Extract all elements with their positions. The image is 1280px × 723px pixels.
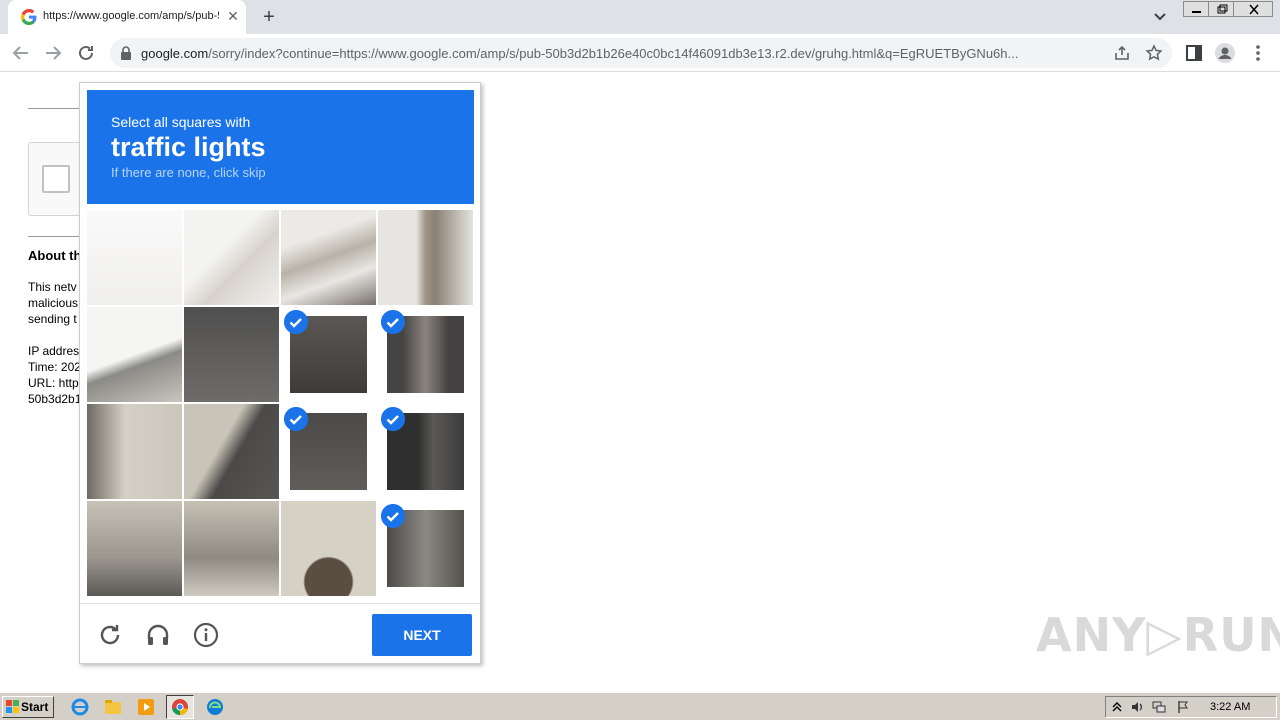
body-text: malicious xyxy=(28,296,79,310)
grid-tile[interactable] xyxy=(184,210,279,305)
google-favicon-icon xyxy=(21,9,37,25)
grid-tile[interactable] xyxy=(378,210,473,305)
taskbar: Start 3:22 AM xyxy=(0,692,1280,720)
side-panel-icon[interactable] xyxy=(1183,42,1205,64)
next-button[interactable]: NEXT xyxy=(372,614,472,656)
checkmark-icon xyxy=(381,504,405,528)
system-tray: 3:22 AM xyxy=(1105,696,1277,718)
challenge-target: traffic lights xyxy=(111,132,266,162)
forward-arrow-icon[interactable] xyxy=(42,42,64,64)
checkmark-icon xyxy=(381,310,405,334)
help-info-icon[interactable] xyxy=(193,622,219,648)
grid-tile[interactable] xyxy=(184,307,279,402)
browser-menu-icon[interactable] xyxy=(1247,42,1269,64)
anyrun-watermark: ANY▷RUN xyxy=(1036,608,1280,662)
body-text[interactable]: 50b3d2b1 xyxy=(28,391,81,407)
tab-title: https://www.google.com/amp/s/pub-50b3d2b… xyxy=(43,10,219,22)
tab-strip: https://www.google.com/amp/s/pub-50b3d2b… xyxy=(0,0,1280,34)
grid-tile[interactable] xyxy=(87,404,182,499)
grid-tile[interactable] xyxy=(87,501,182,596)
edge-icon[interactable] xyxy=(205,697,225,717)
window-restore-button[interactable] xyxy=(1208,1,1234,17)
bookmark-star-icon[interactable] xyxy=(1145,44,1163,62)
back-arrow-icon[interactable] xyxy=(10,42,32,64)
grid-tile[interactable] xyxy=(87,210,182,305)
audio-challenge-headphones-icon[interactable] xyxy=(145,622,171,648)
network-icon[interactable] xyxy=(1152,700,1166,714)
tab-search-chevron-icon[interactable] xyxy=(1150,8,1170,26)
clock[interactable]: 3:22 AM xyxy=(1210,701,1250,713)
tab-close-icon[interactable]: ✕ xyxy=(225,8,241,24)
body-text: This netv xyxy=(28,280,77,294)
tray-expand-icon[interactable] xyxy=(1110,700,1124,714)
media-player-icon[interactable] xyxy=(136,697,156,717)
url-host: google.com xyxy=(141,46,209,61)
challenge-instruction: Select all squares with xyxy=(111,114,251,130)
challenge-footer: NEXT xyxy=(80,603,480,663)
body-text: sending t xyxy=(28,312,77,326)
challenge-header: Select all squares with traffic lights I… xyxy=(87,90,474,204)
challenge-hint: If there are none, click skip xyxy=(111,165,266,180)
window-minimize-button[interactable] xyxy=(1183,1,1209,17)
volume-icon[interactable] xyxy=(1130,700,1144,714)
address-bar[interactable]: google.com/sorry/index?continue=https://… xyxy=(110,38,1172,68)
reload-icon[interactable] xyxy=(75,42,97,64)
grid-tile[interactable] xyxy=(184,501,279,596)
reload-challenge-icon[interactable] xyxy=(97,622,123,648)
profile-avatar-icon[interactable] xyxy=(1214,42,1236,64)
body-text: IP addres xyxy=(28,344,80,358)
chrome-taskbar-button[interactable] xyxy=(166,695,194,719)
recaptcha-checkbox[interactable] xyxy=(42,165,70,193)
start-button[interactable]: Start xyxy=(2,696,54,718)
body-text: Time: 202 xyxy=(28,360,81,374)
url-text[interactable]: google.com/sorry/index?continue=https://… xyxy=(141,46,1106,61)
grid-tile[interactable] xyxy=(281,210,376,305)
body-text[interactable]: URL: http xyxy=(28,375,79,391)
windows-flag-icon xyxy=(6,700,19,713)
recaptcha-challenge: Select all squares with traffic lights I… xyxy=(79,82,481,664)
image-grid xyxy=(87,210,474,597)
lock-icon[interactable] xyxy=(120,46,132,60)
checkmark-icon xyxy=(381,407,405,431)
grid-tile[interactable] xyxy=(87,307,182,402)
file-explorer-icon[interactable] xyxy=(103,697,123,717)
window-close-button[interactable] xyxy=(1233,1,1273,17)
start-label: Start xyxy=(21,700,49,714)
about-heading: About th xyxy=(28,248,82,263)
internet-explorer-icon[interactable] xyxy=(70,697,90,717)
checkmark-icon xyxy=(284,310,308,334)
chrome-icon xyxy=(172,699,188,716)
browser-tab[interactable]: https://www.google.com/amp/s/pub-50b3d2b… xyxy=(8,0,246,34)
browser-toolbar: google.com/sorry/index?continue=https://… xyxy=(0,34,1280,72)
url-path: /sorry/index?continue=https://www.google… xyxy=(208,46,1019,61)
grid-tile[interactable] xyxy=(281,501,376,596)
grid-tile[interactable] xyxy=(184,404,279,499)
action-center-flag-icon[interactable] xyxy=(1176,700,1190,714)
new-tab-button[interactable]: + xyxy=(258,6,280,28)
share-icon[interactable] xyxy=(1113,44,1131,62)
checkmark-icon xyxy=(284,407,308,431)
